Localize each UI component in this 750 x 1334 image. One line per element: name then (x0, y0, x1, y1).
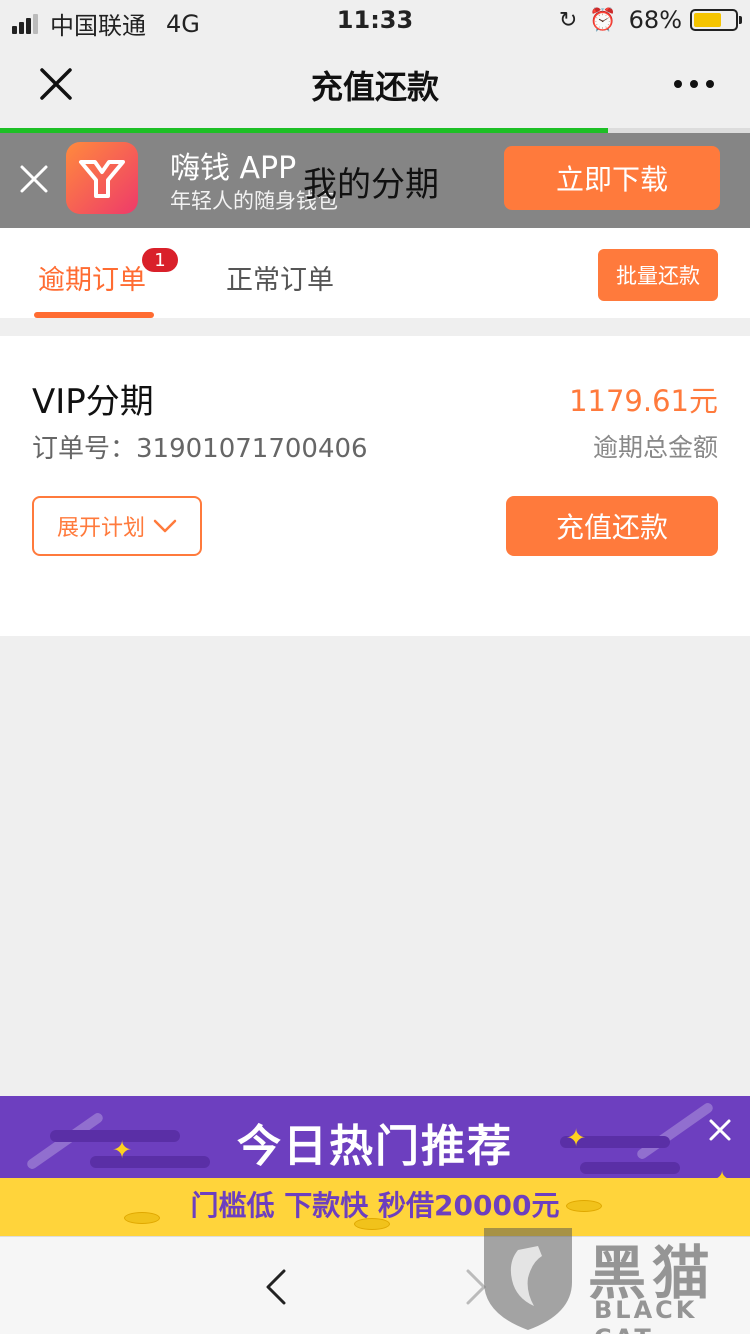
download-button[interactable]: 立即下载 (504, 146, 720, 210)
watermark-text-en: BLACK CAT (594, 1296, 698, 1334)
order-card: VIP分期 1179.61元 订单号：31901071700406 逾期总金额 … (0, 336, 750, 636)
chevron-down-icon (153, 519, 177, 533)
amount-caption: 逾期总金额 (592, 433, 718, 462)
order-title: VIP分期 (32, 382, 154, 422)
cat-shield-logo (484, 1228, 572, 1330)
status-bar: 中国联通 4G 11:33 ↻ ⏰ 68% (0, 0, 750, 42)
active-tab-indicator (34, 312, 154, 318)
promo-subtitle: 门槛低 下款快 秒借20000元 (190, 1189, 560, 1222)
expand-plan-label: 展开计划 (56, 516, 145, 541)
more-icon[interactable] (666, 80, 714, 88)
page-heading: 我的分期 (303, 165, 439, 205)
overdue-count-badge: 1 (142, 248, 178, 272)
tab-normal-orders[interactable]: 正常订单 (226, 258, 334, 297)
batch-repay-button[interactable]: 批量还款 (598, 249, 718, 301)
battery-icon (690, 9, 742, 31)
app-download-banner: 嗨钱 APP 年轻人的随身钱包 我的分期 立即下载 (0, 133, 750, 228)
battery-percent: 68% (628, 6, 682, 34)
nav-bar: 充值还款 (0, 42, 750, 128)
tab-overdue-orders[interactable]: 逾期订单 (38, 258, 146, 297)
back-icon[interactable] (262, 1267, 290, 1307)
alarm-icon: ⏰ (589, 7, 617, 33)
page-title: 充值还款 (310, 68, 439, 106)
promo-banner[interactable]: ✦ ✦ ✦ 今日热门推荐 门槛低 下款快 秒借20000元 (0, 1096, 750, 1236)
black-cat-watermark: 黑猫 BLACK CAT (478, 1222, 750, 1334)
app-logo (66, 142, 138, 214)
promo-title: 今日热门推荐 (237, 1121, 513, 1172)
status-right: ↻ ⏰ 68% (558, 6, 742, 34)
banner-close-icon[interactable] (18, 163, 50, 195)
order-tabs: 逾期订单 1 正常订单 批量还款 (0, 228, 750, 318)
recharge-repay-button[interactable]: 充值还款 (506, 496, 718, 556)
expand-plan-button[interactable]: 展开计划 (32, 496, 202, 556)
order-number-value: 31901071700406 (136, 434, 368, 464)
overdue-amount: 1179.61元 (569, 384, 718, 418)
promo-close-icon[interactable] (708, 1118, 732, 1142)
battery-fill (694, 13, 722, 27)
order-number-label: 订单号： (32, 434, 137, 464)
rotation-lock-icon: ↻ (558, 7, 578, 33)
order-number: 订单号：31901071700406 (32, 428, 368, 465)
app-name: 嗨钱 APP (170, 151, 297, 186)
